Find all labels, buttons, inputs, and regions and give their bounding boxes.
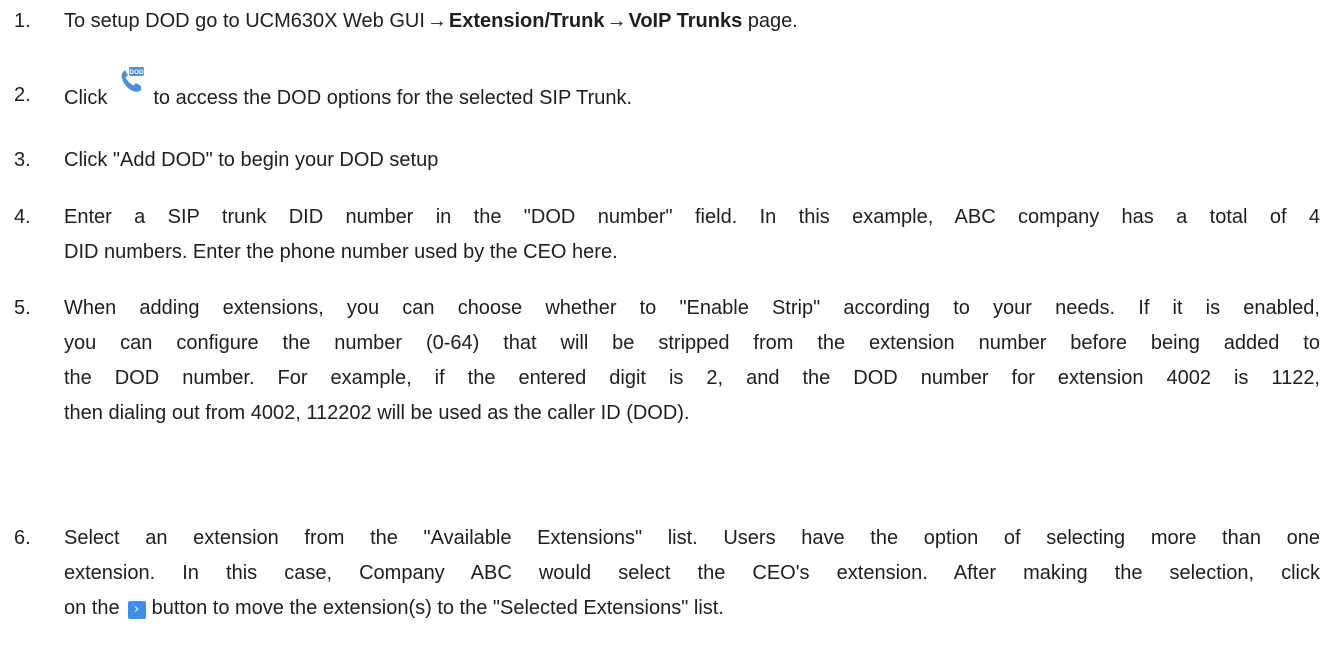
step-number: 2. xyxy=(14,84,31,106)
step-text: When adding extensions, you can choose w… xyxy=(64,297,1320,424)
step-number: 4. xyxy=(14,206,31,228)
step-number: 1. xyxy=(14,10,31,32)
menu-path-extension-trunk: Extension/Trunk xyxy=(448,10,605,32)
instruction-document: 1. To setup DOD go to UCM630X Web GUI → Ex… xyxy=(0,0,1336,648)
menu-path-voip-trunks: VoIP Trunks xyxy=(628,10,743,32)
move-right-icon: › xyxy=(127,601,146,619)
arrow-right-icon: → xyxy=(426,10,447,32)
step-text: Click DOD to access the DOD options for … xyxy=(64,67,1320,116)
step-text: To setup DOD go to UCM630X Web GUI → Exten… xyxy=(64,4,1320,39)
step-number: 5. xyxy=(14,297,31,319)
step-number: 3. xyxy=(14,149,31,171)
step-text: Click "Add DOD" to begin your DOD setup xyxy=(64,149,439,171)
phone-dod-icon: DOD xyxy=(117,66,145,94)
svg-text:DOD: DOD xyxy=(130,69,145,76)
step-text: Select an extension from the "Available … xyxy=(64,527,1320,619)
step-text: Enter a SIP trunk DID number in the "DOD… xyxy=(64,206,1320,263)
step-number: 6. xyxy=(14,527,31,549)
arrow-right-icon: → xyxy=(606,10,627,32)
